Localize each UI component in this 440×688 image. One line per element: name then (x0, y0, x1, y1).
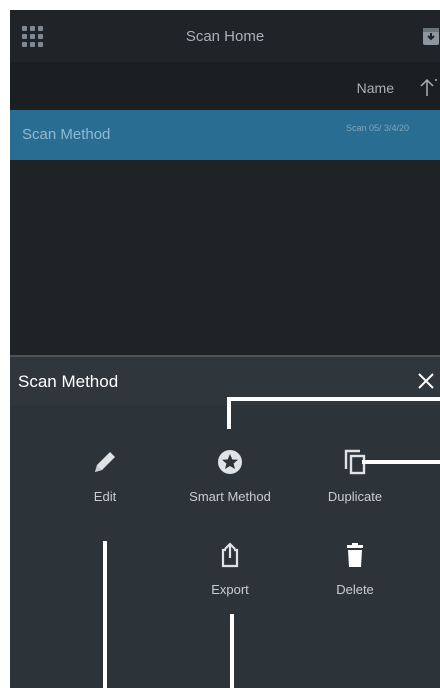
sort-bar: Name (10, 62, 440, 110)
list-empty-area (10, 160, 440, 355)
export-label: Export (211, 582, 249, 597)
archive-icon[interactable] (422, 26, 440, 46)
sort-ascending-icon[interactable] (418, 76, 438, 98)
edit-label: Edit (93, 489, 117, 504)
action-sheet: Scan Method Edit Smart Method Duplicate … (10, 355, 440, 688)
callout-line-smart-method (227, 397, 231, 429)
action-sheet-title: Scan Method (18, 372, 119, 391)
top-app-bar: Scan Home (10, 10, 440, 62)
smart-method-label: Smart Method (189, 489, 271, 504)
export-button[interactable]: Export (175, 540, 285, 597)
pencil-icon (95, 452, 115, 472)
star-badge-icon (218, 450, 242, 474)
callout-line-duplicate (362, 460, 440, 464)
app-window: Scan Home Name Scan Method Scan 05/ 3/4/… (10, 10, 440, 688)
delete-button[interactable]: Delete (300, 540, 410, 597)
duplicate-label: Duplicate (327, 489, 383, 504)
list-item-name: Scan Method (22, 126, 111, 143)
edit-button[interactable]: Edit (50, 447, 160, 504)
sort-by-name-button[interactable]: Name (357, 80, 394, 96)
callout-line-smart-method-top (227, 397, 440, 401)
list-item-date: Scan 05/ 3/4/20 (346, 123, 410, 133)
callout-line-export (230, 614, 234, 688)
close-icon[interactable] (414, 369, 438, 393)
delete-label: Delete (336, 582, 374, 597)
duplicate-button[interactable]: Duplicate (300, 447, 410, 504)
trash-icon (347, 543, 363, 567)
list-item[interactable]: Scan Method Scan 05/ 3/4/20 (10, 110, 440, 160)
smart-method-button[interactable]: Smart Method (175, 447, 285, 504)
callout-line-edit (103, 541, 107, 688)
share-icon (221, 542, 239, 568)
page-title: Scan Home (185, 28, 265, 45)
